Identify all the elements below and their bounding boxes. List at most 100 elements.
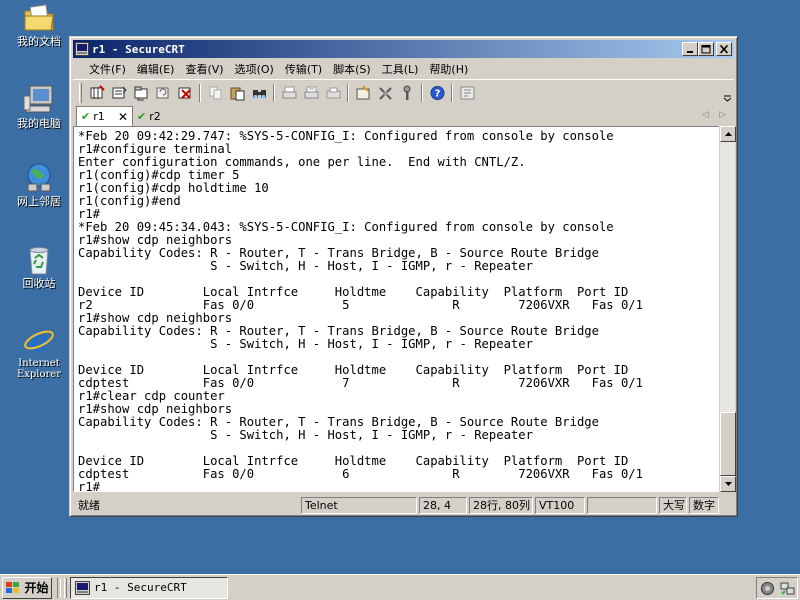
minimize-button[interactable] <box>682 42 698 56</box>
svg-text:e: e <box>29 324 48 356</box>
taskbar-separator <box>57 577 61 598</box>
keymap-icon <box>403 85 410 100</box>
maximize-icon <box>701 44 711 53</box>
close-tab-icon[interactable]: ✕ <box>118 110 128 124</box>
terminal-line: S - Switch, H - Host, I - IGMP, r - Repe… <box>78 428 533 442</box>
desktop-icon-internet-explorer[interactable]: e Internet Explorer <box>8 324 70 380</box>
terminal-line: S - Switch, H - Host, I - IGMP, r - Repe… <box>78 337 533 351</box>
taskbar-item-label: r1 - SecureCRT <box>94 581 187 594</box>
reconnect-button[interactable] <box>152 82 174 104</box>
close-icon <box>719 44 729 54</box>
toolbar-separator <box>421 83 423 102</box>
menu-transfer[interactable]: 传输(T) <box>280 61 327 77</box>
computer-icon <box>23 85 53 113</box>
status-bar: 就绪 Telnet 28, 4 28行, 80列 VT100 大写 数字 <box>73 495 734 515</box>
securecrt-window: r1 - SecureCRT 文件(F) 编辑(E) 查看(V) 选项(O) 传… <box>69 36 738 517</box>
menu-file[interactable]: 文件(F) <box>84 61 131 77</box>
find-icon <box>252 89 266 99</box>
tab-scroll-right-icon[interactable]: ▷ <box>719 110 726 120</box>
reconnect-icon <box>156 87 168 98</box>
securecrt-app-icon <box>75 42 89 56</box>
connected-check-icon: ✔ <box>137 110 147 123</box>
window-title: r1 - SecureCRT <box>92 42 185 56</box>
vertical-scrollbar[interactable] <box>719 126 736 492</box>
taskbar: 开始 r1 - SecureCRT <box>0 574 800 600</box>
connect-button[interactable] <box>86 82 108 104</box>
script-button[interactable] <box>456 82 478 104</box>
print-icon <box>282 86 296 98</box>
terminal-line: r1# <box>78 480 101 492</box>
terminal-line: S - Switch, H - Host, I - IGMP, r - Repe… <box>78 259 533 273</box>
desktop-icon-network-places[interactable]: 网上邻居 <box>8 162 70 208</box>
toolbar-separator <box>451 83 453 102</box>
tab-r2[interactable]: ✔ r2 <box>133 107 165 126</box>
session-tabs: ✔ r1 ✕ ✔ r2 ◁ ▷ <box>73 106 734 126</box>
global-options-button[interactable] <box>374 82 396 104</box>
status-protocol: Telnet <box>301 496 417 514</box>
internet-explorer-icon: e <box>24 324 54 356</box>
status-emulation: VT100 <box>535 496 585 514</box>
printer-icon <box>326 87 340 98</box>
menu-bar: 文件(F) 编辑(E) 查看(V) 选项(O) 传输(T) 脚本(S) 工具(L… <box>73 59 734 78</box>
menu-tools[interactable]: 工具(L) <box>377 61 424 77</box>
taskbar-grip[interactable] <box>64 577 67 598</box>
network-connection-icon[interactable] <box>780 581 795 596</box>
help-button[interactable]: ? <box>426 82 448 104</box>
scroll-thumb[interactable] <box>720 412 736 476</box>
help-icon: ? <box>430 85 444 100</box>
status-ready: 就绪 <box>78 499 100 512</box>
toolbar-separator <box>199 83 201 102</box>
menu-help[interactable]: 帮助(H) <box>424 61 473 77</box>
close-button[interactable] <box>716 42 732 56</box>
script-icon <box>460 86 474 99</box>
securecrt-app-icon <box>75 580 90 595</box>
menu-options[interactable]: 选项(O) <box>230 61 279 77</box>
minimize-icon <box>687 50 693 53</box>
menu-edit[interactable]: 编辑(E) <box>132 61 180 77</box>
folder-documents-icon <box>24 4 54 31</box>
session-options-icon <box>356 84 369 99</box>
taskbar-item-securecrt[interactable]: r1 - SecureCRT <box>70 576 228 599</box>
find-button[interactable] <box>248 82 270 104</box>
status-num: 数字 <box>689 496 719 514</box>
toolbar-separator <box>347 83 349 102</box>
print-selection-icon <box>304 86 318 98</box>
toolbar: ? <box>73 79 734 105</box>
session-options-button[interactable] <box>352 82 374 104</box>
desktop-icon-recycle-bin[interactable]: 回收站 <box>8 244 70 290</box>
toolbar-overflow-icon[interactable] <box>723 88 732 102</box>
disconnect-button[interactable] <box>174 82 196 104</box>
printer-button[interactable] <box>322 82 344 104</box>
network-places-icon <box>27 163 51 192</box>
print-selection-button[interactable] <box>300 82 322 104</box>
windows-logo-icon <box>6 581 20 593</box>
scroll-down-button[interactable] <box>720 476 736 492</box>
tab-r1[interactable]: ✔ r1 ✕ <box>76 106 133 126</box>
terminal-output: *Feb 20 09:42:29.747: %SYS-5-CONFIG_I: C… <box>78 130 643 492</box>
tab-scroll-left-icon[interactable]: ◁ <box>702 110 709 120</box>
quick-connect-button[interactable] <box>108 82 130 104</box>
desktop-icon-my-documents[interactable]: 我的文档 <box>8 2 70 48</box>
svg-text:?: ? <box>434 88 440 99</box>
tab-label: r1 <box>93 110 105 123</box>
system-tray <box>756 577 798 599</box>
arrow-down-icon <box>724 482 732 486</box>
menu-script[interactable]: 脚本(S) <box>328 61 376 77</box>
start-button[interactable]: 开始 <box>2 576 52 599</box>
connect-tab-button[interactable] <box>130 82 152 104</box>
menu-view[interactable]: 查看(V) <box>180 61 228 77</box>
connected-check-icon: ✔ <box>81 110 91 123</box>
terminal-view[interactable]: *Feb 20 09:42:29.747: %SYS-5-CONFIG_I: C… <box>73 126 719 492</box>
desktop-icon-my-computer[interactable]: 我的电脑 <box>8 84 70 130</box>
toolbar-grip[interactable] <box>79 82 82 103</box>
title-bar[interactable]: r1 - SecureCRT <box>73 40 734 58</box>
copy-button[interactable] <box>204 82 226 104</box>
keymap-button[interactable] <box>396 82 418 104</box>
maximize-button[interactable] <box>698 42 714 56</box>
network-status-icon[interactable] <box>760 581 775 596</box>
paste-button[interactable] <box>226 82 248 104</box>
toolbar-separator <box>273 83 275 102</box>
print-button[interactable] <box>278 82 300 104</box>
paste-icon <box>230 87 244 100</box>
scroll-up-button[interactable] <box>720 126 736 142</box>
